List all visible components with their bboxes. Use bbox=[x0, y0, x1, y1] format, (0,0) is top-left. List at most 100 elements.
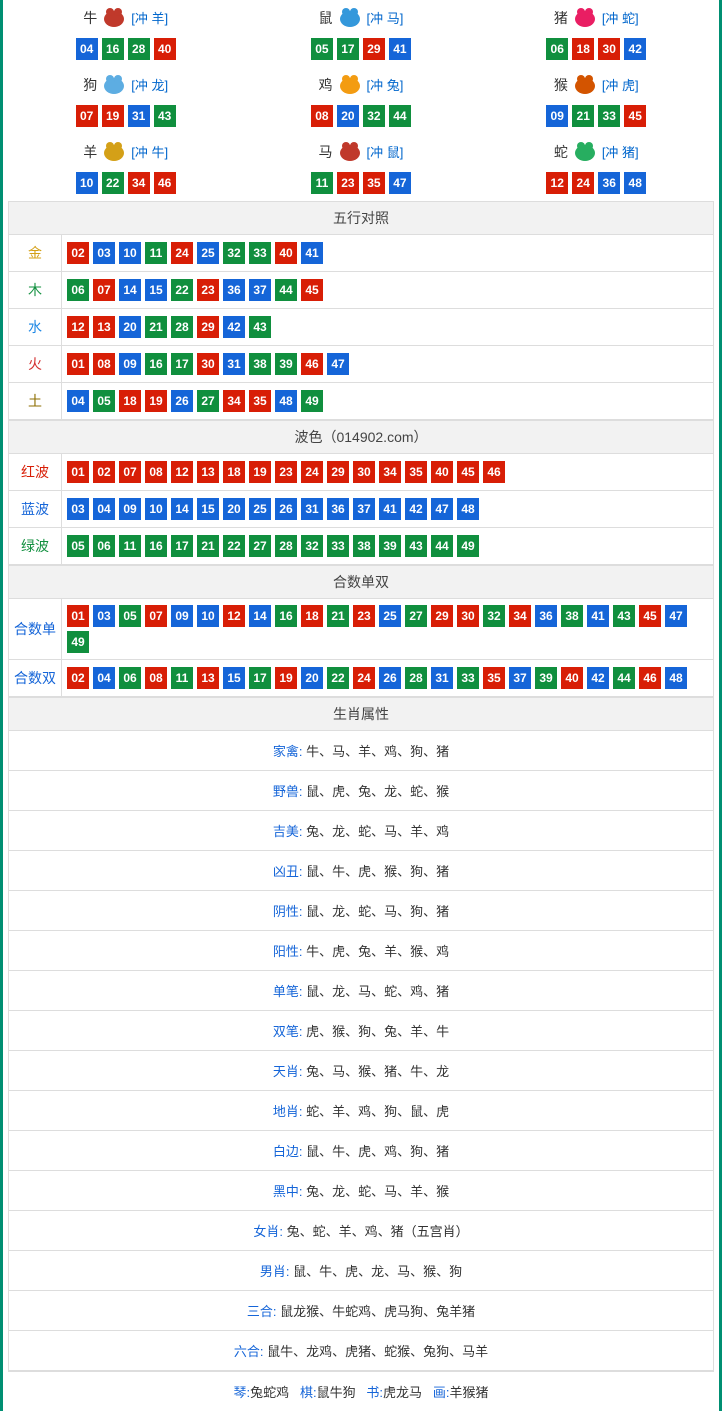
number-badge: 47 bbox=[389, 172, 411, 194]
number-badge: 20 bbox=[119, 316, 141, 338]
number-badge: 24 bbox=[572, 172, 594, 194]
number-badge: 33 bbox=[327, 535, 349, 557]
number-badge: 34 bbox=[128, 172, 150, 194]
attr-label: 黑中: bbox=[273, 1184, 303, 1199]
table-row: 蓝波03040910141520252631363741424748 bbox=[9, 491, 714, 528]
number-badge: 01 bbox=[67, 461, 89, 483]
number-badge: 04 bbox=[93, 667, 115, 689]
number-badge: 34 bbox=[379, 461, 401, 483]
number-badge: 37 bbox=[249, 279, 271, 301]
number-badge: 36 bbox=[327, 498, 349, 520]
zodiac-icon-rooster bbox=[335, 69, 365, 100]
number-badge: 25 bbox=[249, 498, 271, 520]
zodiac-cell: 马[冲 鼠]11233547 bbox=[243, 134, 478, 201]
number-badge: 06 bbox=[119, 667, 141, 689]
row-label: 金 bbox=[9, 235, 62, 272]
number-badge: 11 bbox=[171, 667, 193, 689]
footer-text: 虎龙马 bbox=[383, 1385, 422, 1400]
footer-label: 画: bbox=[433, 1385, 450, 1400]
number-badge: 08 bbox=[145, 461, 167, 483]
table-row: 合数双0204060811131517192022242628313335373… bbox=[9, 660, 714, 697]
number-badge: 02 bbox=[67, 667, 89, 689]
number-badge: 28 bbox=[405, 667, 427, 689]
number-badge: 03 bbox=[67, 498, 89, 520]
number-badge: 23 bbox=[197, 279, 219, 301]
wuxing-table: 五行对照 金02031011242532334041木0607141522233… bbox=[8, 201, 714, 420]
number-badge: 11 bbox=[119, 535, 141, 557]
number-badge: 42 bbox=[624, 38, 646, 60]
number-badge: 05 bbox=[311, 38, 333, 60]
attr-row: 白边: 鼠、牛、虎、鸡、狗、猪 bbox=[9, 1131, 714, 1171]
attr-row: 黑中: 兔、龙、蛇、马、羊、猴 bbox=[9, 1171, 714, 1211]
number-badge: 15 bbox=[145, 279, 167, 301]
number-badge: 35 bbox=[483, 667, 505, 689]
attr-row: 凶丑: 鼠、牛、虎、猴、狗、猪 bbox=[9, 851, 714, 891]
row-nums: 0102070812131819232429303435404546 bbox=[62, 454, 714, 491]
number-badge: 27 bbox=[197, 390, 219, 412]
number-badge: 49 bbox=[67, 631, 89, 653]
number-badge: 19 bbox=[145, 390, 167, 412]
number-badge: 47 bbox=[327, 353, 349, 375]
number-badge: 26 bbox=[171, 390, 193, 412]
zodiac-name: 蛇 bbox=[554, 142, 568, 162]
row-nums: 04051819262734354849 bbox=[62, 383, 714, 420]
number-badge: 33 bbox=[249, 242, 271, 264]
number-badge: 02 bbox=[67, 242, 89, 264]
number-badge: 30 bbox=[598, 38, 620, 60]
zodiac-name: 猴 bbox=[554, 75, 568, 95]
number-badge: 20 bbox=[223, 498, 245, 520]
attr-row: 六合: 鼠牛、龙鸡、虎猪、蛇猴、兔狗、马羊 bbox=[9, 1331, 714, 1371]
number-badge: 46 bbox=[639, 667, 661, 689]
number-badge: 32 bbox=[483, 605, 505, 627]
number-badge: 13 bbox=[197, 461, 219, 483]
number-badge: 45 bbox=[301, 279, 323, 301]
number-badge: 10 bbox=[145, 498, 167, 520]
zodiac-conflict: [冲 鼠] bbox=[367, 142, 404, 161]
attr-label: 天肖: bbox=[273, 1064, 303, 1079]
number-badge: 44 bbox=[613, 667, 635, 689]
number-badge: 47 bbox=[665, 605, 687, 627]
number-badge: 29 bbox=[327, 461, 349, 483]
number-badge: 41 bbox=[587, 605, 609, 627]
number-badge: 05 bbox=[93, 390, 115, 412]
zodiac-conflict: [冲 兔] bbox=[367, 75, 404, 94]
table-row: 土04051819262734354849 bbox=[9, 383, 714, 420]
attr-text: 鼠、虎、兔、龙、蛇、猴 bbox=[306, 784, 449, 799]
number-badge: 19 bbox=[275, 667, 297, 689]
number-badge: 21 bbox=[572, 105, 594, 127]
number-badge: 13 bbox=[93, 316, 115, 338]
number-badge: 22 bbox=[102, 172, 124, 194]
attr-row: 天肖: 兔、马、猴、猪、牛、龙 bbox=[9, 1051, 714, 1091]
number-badge: 31 bbox=[128, 105, 150, 127]
table-row: 红波0102070812131819232429303435404546 bbox=[9, 454, 714, 491]
number-badge: 30 bbox=[457, 605, 479, 627]
footer-text: 鼠牛狗 bbox=[317, 1385, 356, 1400]
zodiac-conflict: [冲 猪] bbox=[602, 142, 639, 161]
row-nums: 0108091617303138394647 bbox=[62, 346, 714, 383]
zodiac-nums: 05172941 bbox=[243, 37, 478, 61]
attr-label: 男肖: bbox=[260, 1264, 290, 1279]
row-nums: 1213202128294243 bbox=[62, 309, 714, 346]
number-badge: 07 bbox=[93, 279, 115, 301]
row-label: 合数双 bbox=[9, 660, 62, 697]
number-badge: 07 bbox=[119, 461, 141, 483]
number-badge: 09 bbox=[171, 605, 193, 627]
attr-text: 蛇、羊、鸡、狗、鼠、虎 bbox=[306, 1104, 449, 1119]
attr-row: 单笔: 鼠、龙、马、蛇、鸡、猪 bbox=[9, 971, 714, 1011]
number-badge: 40 bbox=[154, 38, 176, 60]
zodiac-name: 鼠 bbox=[319, 8, 333, 28]
number-badge: 30 bbox=[353, 461, 375, 483]
number-badge: 42 bbox=[587, 667, 609, 689]
number-badge: 04 bbox=[76, 38, 98, 60]
attr-row: 阳性: 牛、虎、兔、羊、猴、鸡 bbox=[9, 931, 714, 971]
number-badge: 10 bbox=[197, 605, 219, 627]
number-badge: 37 bbox=[509, 667, 531, 689]
attr-label: 阴性: bbox=[273, 904, 303, 919]
row-nums: 06071415222336374445 bbox=[62, 272, 714, 309]
number-badge: 37 bbox=[353, 498, 375, 520]
zodiac-cell: 猴[冲 虎]09213345 bbox=[479, 67, 714, 134]
attr-row: 家禽: 牛、马、羊、鸡、狗、猪 bbox=[9, 731, 714, 771]
zodiac-cell: 蛇[冲 猪]12243648 bbox=[479, 134, 714, 201]
number-badge: 45 bbox=[624, 105, 646, 127]
attr-label: 吉美: bbox=[273, 824, 303, 839]
